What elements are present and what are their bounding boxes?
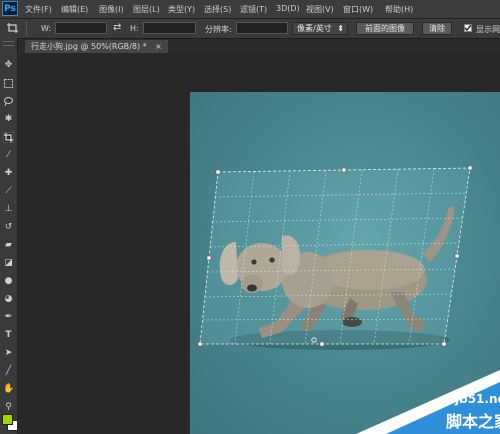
move-icon[interactable]: ✥ xyxy=(3,60,14,71)
menu-file[interactable]: 文件(F) xyxy=(25,4,52,15)
clear-button[interactable]: 清除 xyxy=(422,22,452,35)
line-icon[interactable]: ╱ xyxy=(3,366,14,377)
tools-panel: ✥ ✱ ⁄ ✚ ⟋ ⊥ ↺ ▰ ◪ ● ◕ ✒ T ➤ ╱ ✋ ⚲ xyxy=(0,38,18,434)
options-bar: W: ⇄ H: 分辨率: 像素/英寸 ⬍ 前面的图像 清除 显示网 xyxy=(0,19,500,39)
width-field[interactable] xyxy=(55,22,107,34)
watermark-url: jb51.net xyxy=(455,392,500,406)
resolution-field[interactable] xyxy=(236,22,288,34)
lasso-icon[interactable] xyxy=(3,96,14,107)
show-grid-label: 显示网 xyxy=(476,25,500,34)
healing-brush-icon[interactable]: ✚ xyxy=(3,168,14,179)
path-select-icon[interactable]: ➤ xyxy=(3,348,14,359)
photoshop-logo: Ps xyxy=(2,1,18,16)
menu-filter[interactable]: 滤镜(T) xyxy=(240,4,267,15)
paint-bucket-icon[interactable]: ◪ xyxy=(3,258,14,269)
blur-icon[interactable]: ● xyxy=(3,276,14,287)
menu-3d[interactable]: 3D(D) xyxy=(276,4,300,13)
menu-layer[interactable]: 图层(L) xyxy=(133,4,160,15)
close-icon[interactable]: × xyxy=(155,42,162,51)
menu-image[interactable]: 图像(I) xyxy=(99,4,124,15)
hand-icon[interactable]: ✋ xyxy=(3,384,14,395)
menu-select[interactable]: 选择(S) xyxy=(204,4,231,15)
eyedropper-icon[interactable]: ⁄ xyxy=(3,150,14,161)
height-field[interactable] xyxy=(143,22,196,34)
eraser-icon[interactable]: ▰ xyxy=(3,240,14,251)
swap-dimensions-icon[interactable]: ⇄ xyxy=(113,22,121,34)
document-tab[interactable]: 行走小狗.jpg @ 50%(RGB/8) * × xyxy=(25,40,168,53)
crop-icon[interactable] xyxy=(3,132,14,143)
front-image-button[interactable]: 前面的图像 xyxy=(356,22,414,35)
foreground-color-swatch[interactable] xyxy=(2,414,13,425)
resolution-label: 分辨率: xyxy=(205,25,232,34)
dodge-icon[interactable]: ◕ xyxy=(3,294,14,305)
marquee-icon[interactable] xyxy=(3,78,14,89)
zoom-icon[interactable]: ⚲ xyxy=(3,402,14,413)
color-swatches xyxy=(2,414,18,431)
crop-tool-preset-icon[interactable] xyxy=(6,22,20,34)
document-tab-title: 行走小狗.jpg @ 50%(RGB/8) * xyxy=(31,42,147,51)
pen-icon[interactable]: ✒ xyxy=(3,312,14,323)
chevron-down-icon: ⬍ xyxy=(337,24,344,33)
menu-edit[interactable]: 编辑(E) xyxy=(61,4,88,15)
menu-view[interactable]: 视图(V) xyxy=(306,4,334,15)
menu-help[interactable]: 帮助(H) xyxy=(385,4,413,15)
history-brush-icon[interactable]: ↺ xyxy=(3,222,14,233)
magic-wand-icon[interactable]: ✱ xyxy=(3,114,14,125)
height-label: H: xyxy=(130,24,139,33)
unit-select-value: 像素/英寸 xyxy=(297,24,332,33)
document-tab-bar: 行走小狗.jpg @ 50%(RGB/8) * × xyxy=(17,39,500,53)
type-icon[interactable]: T xyxy=(3,330,14,341)
menu-type[interactable]: 类型(Y) xyxy=(168,4,195,15)
separator xyxy=(26,21,27,36)
panel-grip[interactable] xyxy=(3,41,14,46)
watermark-site-name: 脚本之家 xyxy=(446,412,500,431)
unit-select[interactable]: 像素/英寸 ⬍ xyxy=(292,22,348,35)
brush-icon[interactable]: ⟋ xyxy=(3,186,14,197)
menu-window[interactable]: 窗口(W) xyxy=(343,4,373,15)
width-label: W: xyxy=(41,24,52,33)
show-grid-checkbox[interactable] xyxy=(464,24,472,32)
clone-stamp-icon[interactable]: ⊥ xyxy=(3,204,14,215)
menu-bar: Ps 文件(F) 编辑(E) 图像(I) 图层(L) 类型(Y) 选择(S) 滤… xyxy=(0,0,500,19)
